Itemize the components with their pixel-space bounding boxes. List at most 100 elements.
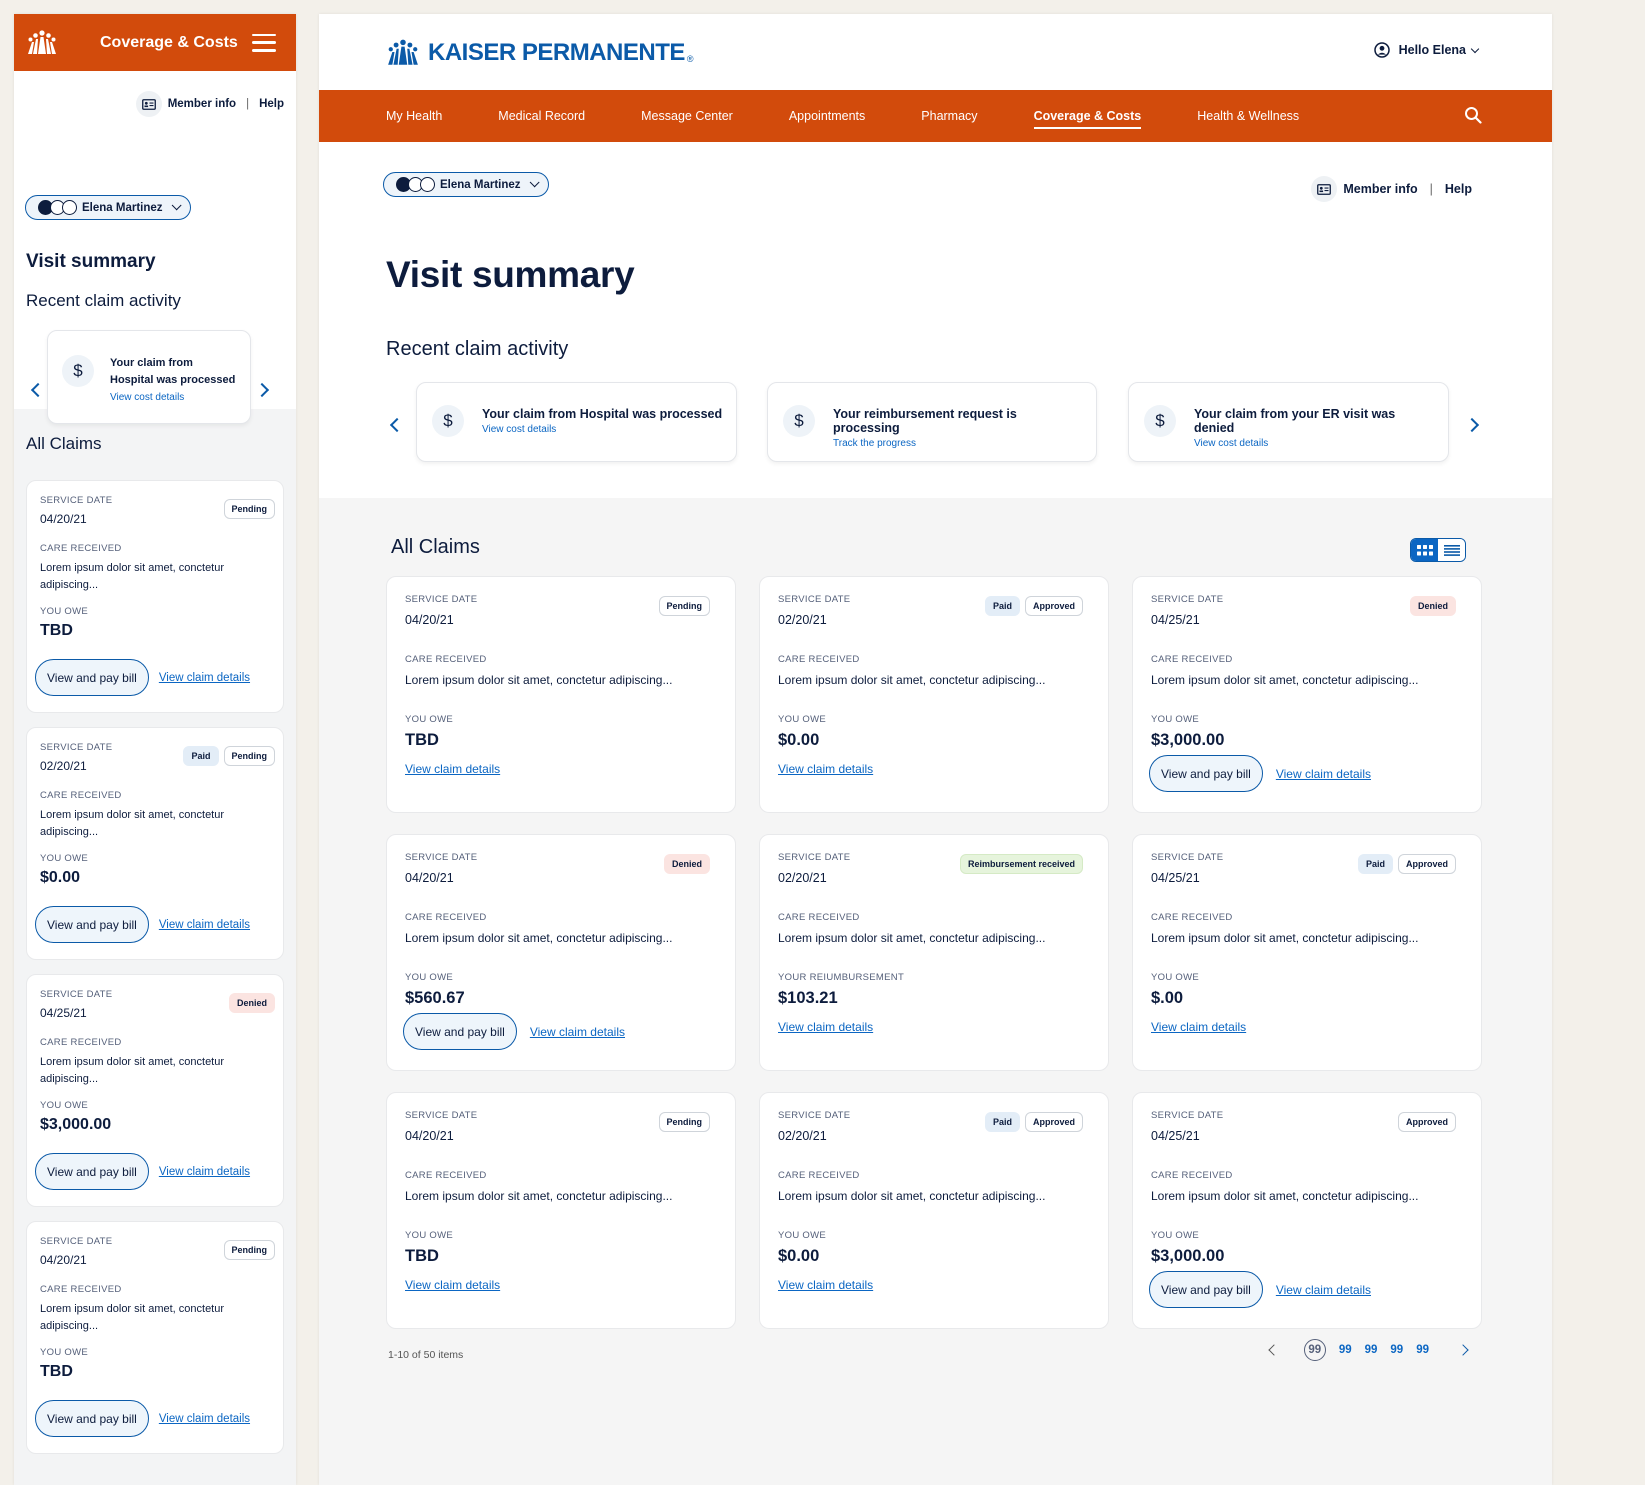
search-icon[interactable] (1464, 106, 1482, 124)
view-claim-details-link[interactable]: View claim details (405, 762, 500, 776)
amount-owed: TBD (40, 1363, 73, 1380)
page-title: Visit summary (386, 254, 635, 295)
page-link[interactable]: 99 (1339, 1344, 1352, 1356)
care-received-text: Lorem ipsum dolor sit amet, conctetur ad… (405, 1189, 673, 1203)
id-card-icon (135, 91, 162, 117)
page-link[interactable]: 99 (1390, 1344, 1403, 1356)
amount-label: YOU OWE (1151, 714, 1200, 725)
view-claim-details-link[interactable]: View claim details (778, 1020, 873, 1034)
claim-card: SERVICE DATE 02/20/21 CARE RECEIVED Lorem i… (759, 834, 1109, 1071)
view-claim-details-link[interactable]: View claim details (405, 1278, 500, 1292)
view-claim-details-link[interactable]: View claim details (778, 1278, 873, 1292)
member-info-link[interactable]: Member info (1343, 182, 1417, 196)
member-selector[interactable]: Elena Martinez (25, 195, 191, 220)
nav-item[interactable]: Medical Record (498, 109, 585, 123)
status-badge: Approved (1024, 1112, 1083, 1132)
card-actions: View claim details (405, 762, 500, 776)
status-badge: Reimbursement received (959, 854, 1083, 874)
view-claim-details-link[interactable]: View claim details (1276, 767, 1371, 781)
member-info-link[interactable]: Member info (168, 98, 236, 110)
view-and-pay-bill-button[interactable]: View and pay bill (35, 659, 149, 696)
card-actions: View claim details (778, 1278, 873, 1292)
amount-label: YOU OWE (405, 972, 454, 983)
carousel-prev-icon[interactable] (30, 382, 46, 398)
view-claim-details-link[interactable]: View claim details (778, 762, 873, 776)
view-and-pay-bill-button[interactable]: View and pay bill (1149, 1271, 1263, 1308)
all-claims-title: All Claims (391, 536, 480, 558)
view-and-pay-bill-button[interactable]: View and pay bill (1149, 755, 1263, 792)
status-badge: Denied (228, 993, 275, 1013)
activity-text: Your reimbursement request is processing (833, 407, 1017, 435)
view-and-pay-bill-button[interactable]: View and pay bill (35, 1153, 149, 1190)
member-name: Elena Martinez (440, 178, 521, 191)
care-received-label: CARE RECEIVED (40, 790, 122, 801)
view-claim-details-link[interactable]: View claim details (1276, 1283, 1371, 1297)
activity-link[interactable]: Track the progress (833, 438, 1086, 449)
claim-card: SERVICE DATE 02/20/21 CARE RECEIVED Lorem i… (26, 727, 284, 960)
claim-card: SERVICE DATE 04/20/21 CARE RECEIVED Lorem i… (386, 834, 736, 1071)
amount-label: YOU OWE (778, 714, 827, 725)
view-claim-details-link[interactable]: View claim details (159, 919, 250, 931)
carousel-next-icon[interactable] (254, 382, 270, 398)
help-link[interactable]: Help (1445, 182, 1472, 196)
nav-item[interactable]: Health & Wellness (1197, 109, 1299, 123)
nav-item[interactable]: Message Center (641, 109, 733, 123)
status-badges: Paid Approved (1357, 854, 1456, 874)
page-link[interactable]: 99 (1365, 1344, 1378, 1356)
amount-label: YOU OWE (405, 1230, 454, 1241)
view-claim-details-link[interactable]: View claim details (159, 1166, 250, 1178)
registered-mark: ® (686, 54, 694, 64)
view-claim-details-link[interactable]: View claim details (1151, 1020, 1246, 1034)
activity-link[interactable]: View cost details (482, 424, 726, 435)
amount-label: YOU OWE (1151, 1230, 1200, 1241)
activity-card[interactable]: $ Your claim from Hospital was processed… (47, 330, 251, 424)
nav-item[interactable]: Pharmacy (921, 109, 977, 123)
care-received-text: Lorem ipsum dolor sit amet, conctetur ad… (40, 562, 225, 591)
mobile-view: Coverage & Costs Member info | Help Elen… (14, 14, 296, 1485)
user-menu[interactable]: Hello Elena (1373, 42, 1480, 58)
menu-icon[interactable] (252, 33, 276, 52)
list-view-icon[interactable] (1438, 539, 1465, 561)
page-link[interactable]: 99 (1416, 1344, 1429, 1356)
card-actions: View and pay bill View claim details (35, 659, 250, 696)
view-and-pay-bill-button[interactable]: View and pay bill (35, 906, 149, 943)
care-received-label: CARE RECEIVED (40, 1284, 122, 1295)
claim-card: SERVICE DATE 04/25/21 CARE RECEIVED Lorem i… (1132, 1092, 1482, 1329)
view-claim-details-link[interactable]: View claim details (159, 672, 250, 684)
dollar-icon: $ (432, 405, 464, 437)
next-page-icon[interactable] (1457, 1344, 1469, 1356)
view-claim-details-link[interactable]: View claim details (159, 1413, 250, 1425)
activity-link[interactable]: View cost details (110, 392, 238, 403)
activity-card[interactable]: $ Your reimbursement request is processi… (767, 382, 1097, 462)
help-link[interactable]: Help (259, 98, 284, 110)
activity-card[interactable]: $ Your claim from your ER visit was deni… (1128, 382, 1449, 462)
activity-text: Your claim from Hospital was processed (110, 357, 236, 386)
carousel-next-icon[interactable] (1464, 417, 1480, 433)
kp-logo-icon (388, 39, 418, 65)
kp-logo[interactable]: KAISER PERMANENTE ® (386, 38, 694, 68)
activity-card[interactable]: $ Your claim from Hospital was processed… (416, 382, 737, 462)
nav-item[interactable]: Appointments (789, 109, 865, 123)
status-badge: Approved (1397, 854, 1456, 874)
nav-item[interactable]: Coverage & Costs (1033, 109, 1141, 129)
current-page[interactable]: 99 (1303, 1339, 1326, 1361)
status-badges: Denied (663, 854, 710, 874)
activity-text: Your claim from your ER visit was denied (1194, 407, 1396, 435)
grid-view-icon[interactable] (1411, 539, 1438, 561)
card-actions: View claim details (405, 1278, 500, 1292)
view-and-pay-bill-button[interactable]: View and pay bill (403, 1013, 517, 1050)
amount-owed: TBD (40, 622, 73, 639)
amount-owed: $0.00 (778, 731, 820, 749)
member-selector[interactable]: Elena Martinez (383, 172, 549, 197)
care-received-text: Lorem ipsum dolor sit amet, conctetur ad… (40, 809, 225, 838)
view-and-pay-bill-button[interactable]: View and pay bill (35, 1400, 149, 1437)
chevron-down-icon (1470, 44, 1480, 53)
view-claim-details-link[interactable]: View claim details (530, 1025, 625, 1039)
carousel-prev-icon[interactable] (389, 417, 405, 433)
card-actions: View claim details (778, 1020, 873, 1034)
claim-card: SERVICE DATE 04/25/21 CARE RECEIVED Lorem i… (1132, 834, 1482, 1071)
nav-item[interactable]: My Health (386, 109, 442, 123)
kp-logo-icon[interactable] (26, 29, 58, 57)
prev-page-icon[interactable] (1268, 1344, 1280, 1356)
activity-link[interactable]: View cost details (1194, 438, 1438, 449)
